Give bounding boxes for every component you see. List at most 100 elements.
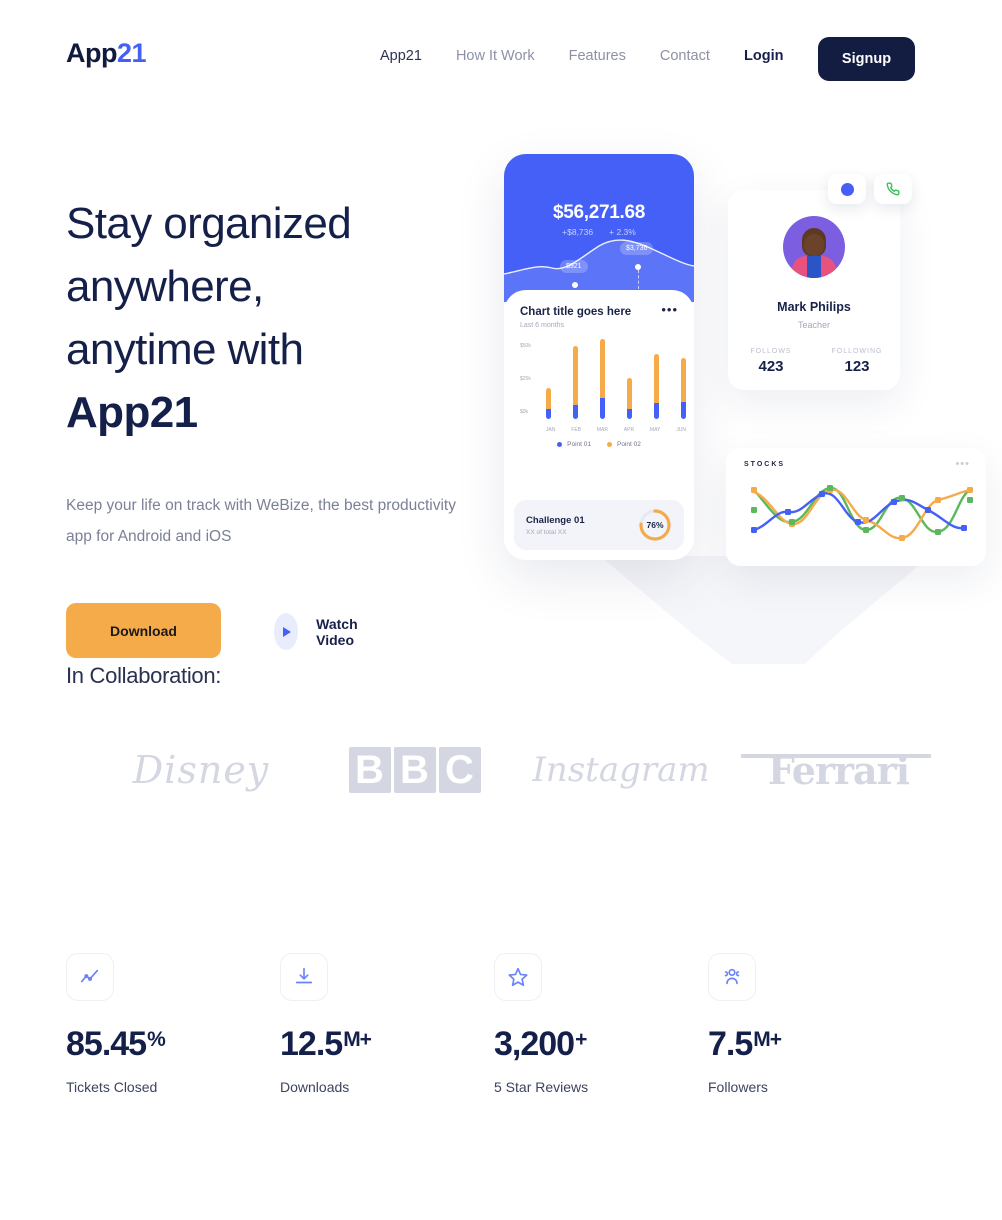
metric-suffix: % xyxy=(147,1028,166,1051)
metric-value: 85.45% xyxy=(66,1027,281,1061)
metric-value: 3,200+ xyxy=(494,1027,709,1061)
profile-action-pills xyxy=(828,174,912,204)
bbc-letter-3: C xyxy=(438,747,481,793)
challenge-title: Challenge 01 xyxy=(526,514,585,526)
profile-name: Mark Philips xyxy=(777,300,851,314)
bar-column xyxy=(627,378,632,419)
challenge-subtitle: XX of total XX xyxy=(526,528,567,536)
bar-column xyxy=(654,354,659,419)
users-icon xyxy=(708,953,756,1001)
nav-link-contact[interactable]: Contact xyxy=(660,48,710,64)
nav-links: App21 How It Work Features Contact xyxy=(380,48,710,64)
metric-downloads: 12.5M+ Downloads xyxy=(280,953,495,1095)
chart-subtitle: Last 6 months xyxy=(520,322,564,329)
brand-logos: Disney B B C Instagram Ferrari xyxy=(66,730,946,810)
metric-followers: 7.5M+ Followers xyxy=(708,953,923,1095)
top-navigation-bar: App21 App21 How It Work Features Contact… xyxy=(0,0,1002,112)
challenge-card[interactable]: Challenge 01 XX of total XX 76% xyxy=(514,500,684,550)
ferrari-bar-decor xyxy=(741,754,931,758)
logo-text-app: App xyxy=(66,38,117,68)
metric-tickets-closed: 85.45% Tickets Closed xyxy=(66,953,281,1095)
metric-label: Followers xyxy=(708,1079,768,1095)
watch-video-button[interactable]: Watch Video xyxy=(274,613,370,650)
landing-page: App21 App21 How It Work Features Contact… xyxy=(0,0,1002,1220)
phone-balance-header: $56,271.68 +$8,736 + 2.3% $921 $3,736 xyxy=(504,154,694,305)
y-tick-0: $50k xyxy=(520,343,531,349)
hero-title-line-4: App21 xyxy=(66,388,198,437)
avatar xyxy=(783,216,845,278)
chart-title: Chart title goes here xyxy=(520,306,632,318)
chart-more-icon[interactable]: ••• xyxy=(661,303,678,316)
phone-mockup: $56,271.68 +$8,736 + 2.3% $921 $3,736 Ch… xyxy=(504,154,694,560)
x-tick-feb: FEB xyxy=(571,427,582,433)
collaboration-label: In Collaboration: xyxy=(66,663,222,688)
metric-suffix: + xyxy=(575,1028,587,1051)
challenge-progress-ring: 76% xyxy=(638,508,672,542)
bbc-letter-2: B xyxy=(393,747,436,793)
following-value: 123 xyxy=(844,358,870,375)
metric-number: 3,200 xyxy=(494,1025,575,1063)
hero-subtitle: Keep your life on track with WeBize, the… xyxy=(66,497,456,545)
hero-title-line-2: anywhere, xyxy=(66,262,264,311)
signup-button[interactable]: Signup xyxy=(818,37,915,81)
nav-link-app21[interactable]: App21 xyxy=(380,48,422,64)
metric-5-star-reviews: 3,200+ 5 Star Reviews xyxy=(494,953,709,1095)
legend-label-point-01: Point 01 xyxy=(567,441,591,448)
legend-label-point-02: Point 02 xyxy=(617,441,641,448)
bbc-logo: B B C xyxy=(321,730,511,810)
bar-series-group xyxy=(546,339,686,419)
stocks-card: STOCKS ••• xyxy=(726,448,986,566)
metric-suffix: M+ xyxy=(343,1028,372,1051)
metric-suffix: M+ xyxy=(753,1028,782,1051)
metric-number: 85.45 xyxy=(66,1025,147,1063)
nav-link-features[interactable]: Features xyxy=(569,48,626,64)
profile-stat-follows: FOLLOWS 423 xyxy=(728,348,814,375)
x-tick-jan: JAN xyxy=(546,427,556,433)
legend-dot-orange xyxy=(607,442,612,447)
following-key: FOLLOWING xyxy=(831,348,883,355)
data-point-b xyxy=(635,264,641,270)
profile-role: Teacher xyxy=(797,320,831,330)
stocks-more-icon[interactable]: ••• xyxy=(955,458,970,470)
metric-label: Tickets Closed xyxy=(66,1079,158,1095)
metric-label: Downloads xyxy=(280,1079,350,1095)
hero-title-line-1: Stay organized xyxy=(66,199,352,248)
nav-link-how-it-work[interactable]: How It Work xyxy=(456,48,535,64)
bar-column xyxy=(573,346,578,419)
hero-title-line-3: anytime with xyxy=(66,325,304,374)
profile-stats: FOLLOWS 423 FOLLOWING 123 xyxy=(728,348,900,375)
x-tick-may: MAY xyxy=(649,427,661,433)
instagram-logo: Instagram xyxy=(532,750,710,790)
call-button[interactable] xyxy=(874,174,912,204)
challenge-percent: 76% xyxy=(646,520,664,530)
background-shape xyxy=(600,556,930,664)
x-tick-mar: MAR xyxy=(596,427,608,433)
legend-dot-blue xyxy=(557,442,563,447)
balance-amount: $56,271.68 xyxy=(552,202,646,223)
bar-column xyxy=(681,358,686,419)
page-title: Stay organized anywhere, anytime with Ap… xyxy=(66,192,496,444)
bar-chart-x-labels: JAN FEB MAR APR MAY JUN xyxy=(546,427,686,433)
blue-dot-icon xyxy=(840,182,854,196)
chart-header: Chart title goes here Last 6 months ••• xyxy=(520,303,678,329)
login-link[interactable]: Login xyxy=(744,48,783,64)
follows-key: FOLLOWS xyxy=(750,348,792,355)
logo-text-21: 21 xyxy=(116,38,147,68)
tooltip-point-a: $921 xyxy=(560,260,588,273)
profile-stat-following: FOLLOWING 123 xyxy=(814,348,900,375)
watch-video-label: Watch Video xyxy=(316,615,358,648)
bbc-letter-1: B xyxy=(348,747,391,793)
legend-item-point-01: Point 01 xyxy=(557,441,591,448)
x-tick-apr: APR xyxy=(623,427,635,433)
tooltip-point-b: $3,736 xyxy=(620,242,654,255)
stocks-title: STOCKS xyxy=(744,461,786,468)
play-icon xyxy=(274,613,299,650)
status-dot-button[interactable] xyxy=(828,174,866,204)
bar-chart-legend: Point 01 Point 02 xyxy=(520,441,678,448)
ferrari-logo: Ferrari xyxy=(731,730,946,810)
brand-logo[interactable]: App21 xyxy=(66,38,147,69)
metric-number: 7.5 xyxy=(708,1025,753,1063)
download-button[interactable]: Download xyxy=(66,603,221,658)
metric-number: 12.5 xyxy=(280,1025,343,1063)
data-point-a xyxy=(572,282,578,288)
